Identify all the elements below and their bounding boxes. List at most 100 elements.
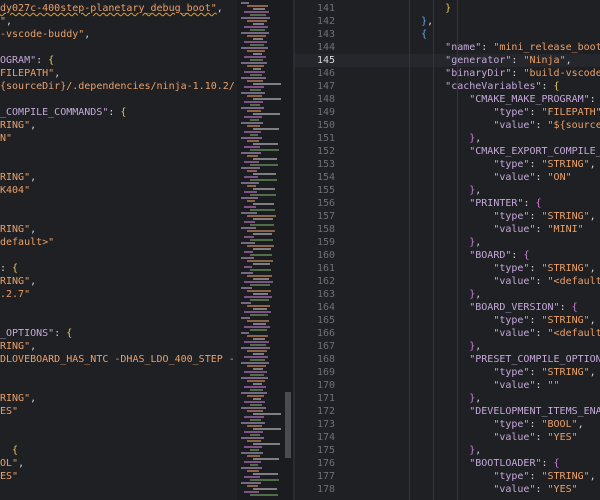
code-line[interactable]: 166 "value": "<default>" xyxy=(295,327,600,340)
code-line[interactable] xyxy=(0,418,237,431)
code-line[interactable] xyxy=(0,249,237,262)
code-line[interactable]: 149 "type": "FILEPATH", xyxy=(295,106,600,119)
code-line[interactable]: -vscode-buddy", xyxy=(0,28,237,41)
code-line[interactable] xyxy=(0,210,237,223)
code-line[interactable]: 148 "CMAKE_MAKE_PROGRAM": { xyxy=(295,93,600,106)
editor-scrollbar[interactable] xyxy=(283,0,293,500)
code-line[interactable]: 147 "cacheVariables": { xyxy=(295,80,600,93)
code-line[interactable]: 155 }, xyxy=(295,184,600,197)
code-line[interactable] xyxy=(0,314,237,327)
minimap-row xyxy=(241,92,265,94)
code-line[interactable]: FILEPATH", xyxy=(0,67,237,80)
code-line[interactable]: 162 "value": "<default>" xyxy=(295,275,600,288)
code-line[interactable]: 165 "type": "STRING", xyxy=(295,314,600,327)
code-line[interactable]: RING", xyxy=(0,119,237,132)
code-line[interactable] xyxy=(0,431,237,444)
code-line[interactable]: 164 "BOARD_VERSION": { xyxy=(295,301,600,314)
code-line[interactable]: 175 }, xyxy=(295,444,600,457)
left-editor-pane[interactable]: dy027c-400step-planetary_debug_boot", ", -… xyxy=(0,0,237,500)
code-line[interactable]: OL", xyxy=(0,457,237,470)
minimap-row xyxy=(244,86,264,88)
code-line[interactable]: 178 "value": "YES" xyxy=(295,483,600,496)
code-line[interactable]: 150 "value": "${sourceDir}/. xyxy=(295,119,600,132)
code-line[interactable]: 167 }, xyxy=(295,340,600,353)
code-text: }, xyxy=(397,236,481,249)
code-line[interactable]: 159 }, xyxy=(295,236,600,249)
code-token: dy027c-400step-planetary_debug_boot" xyxy=(0,3,217,14)
code-line[interactable]: RING", xyxy=(0,171,237,184)
line-number: 151 xyxy=(316,133,335,144)
code-line[interactable]: 141 } xyxy=(295,2,600,15)
code-line[interactable]: 151 }, xyxy=(295,132,600,145)
code-line[interactable]: 173 "type": "BOOL", xyxy=(295,418,600,431)
code-token: : xyxy=(535,380,548,391)
code-token: : xyxy=(523,198,536,209)
code-line[interactable]: 142 }, xyxy=(295,15,600,28)
code-line[interactable] xyxy=(0,41,237,54)
code-line[interactable]: OGRAM": { xyxy=(0,54,237,67)
code-line[interactable]: .2.7" xyxy=(0,288,237,301)
code-line[interactable]: 154 "value": "ON" xyxy=(295,171,600,184)
code-line[interactable]: 146 "binaryDir": "build-vscode-buddy xyxy=(295,67,600,80)
code-line[interactable] xyxy=(0,366,237,379)
code-line[interactable]: 143 { xyxy=(295,28,600,41)
code-line[interactable]: : { xyxy=(0,262,237,275)
code-line[interactable]: 176 "BOOTLOADER": { xyxy=(295,457,600,470)
code-line[interactable]: 172 "DEVELOPMENT_ITEMS_ENABLED": xyxy=(295,405,600,418)
code-line[interactable] xyxy=(0,379,237,392)
code-line[interactable]: 144 "name": "mini_release_boot", xyxy=(295,41,600,54)
minimap-row xyxy=(253,128,279,130)
code-line[interactable]: ES" xyxy=(0,405,237,418)
code-line[interactable]: 157 "type": "STRING", xyxy=(295,210,600,223)
code-line[interactable]: 161 "type": "STRING", xyxy=(295,262,600,275)
code-line[interactable]: _COMPILE_COMMANDS": { xyxy=(0,106,237,119)
code-line[interactable] xyxy=(0,158,237,171)
code-line[interactable]: 145 "generator": "Ninja", xyxy=(295,54,600,67)
code-line[interactable]: 156 "PRINTER": { xyxy=(295,197,600,210)
code-token: _OPTIONS" xyxy=(0,328,55,339)
code-line[interactable]: 153 "type": "STRING", xyxy=(295,158,600,171)
code-line[interactable]: RING", xyxy=(0,223,237,236)
code-line[interactable]: default>" xyxy=(0,236,237,249)
code-line[interactable] xyxy=(0,145,237,158)
scrollbar-thumb[interactable] xyxy=(285,392,291,458)
code-line[interactable]: ", xyxy=(0,15,237,28)
right-editor-pane[interactable]: 141 } 142 }, 143 {144 "name": "mini_releas… xyxy=(295,0,600,500)
code-line[interactable] xyxy=(0,93,237,106)
code-line[interactable] xyxy=(0,301,237,314)
code-line[interactable]: _OPTIONS": { xyxy=(0,327,237,340)
code-line[interactable]: 170 "value": "" xyxy=(295,379,600,392)
minimap-row xyxy=(250,44,264,46)
code-line[interactable]: { xyxy=(0,444,237,457)
code-line[interactable]: ES" xyxy=(0,470,237,483)
code-line[interactable]: RING", xyxy=(0,275,237,288)
code-line[interactable]: 168 "PRESET_COMPILE_OPTIONS": { xyxy=(295,353,600,366)
minimap-row xyxy=(253,338,265,340)
minimap-row xyxy=(244,476,260,478)
code-token: RING" xyxy=(0,276,31,287)
code-line[interactable]: 171 }, xyxy=(295,392,600,405)
code-line[interactable]: 169 "type": "STRING", xyxy=(295,366,600,379)
code-line[interactable]: 174 "value": "YES" xyxy=(295,431,600,444)
code-text: _COMPILE_COMMANDS": { xyxy=(0,106,126,119)
code-line[interactable]: 163 }, xyxy=(295,288,600,301)
code-line[interactable]: 177 "type": "STRING", xyxy=(295,470,600,483)
code-line[interactable]: N" xyxy=(0,132,237,145)
code-line[interactable]: K404" xyxy=(0,184,237,197)
code-line[interactable]: 152 "CMAKE_EXPORT_COMPILE_COMMAND xyxy=(295,145,600,158)
code-line[interactable]: RING", xyxy=(0,340,237,353)
code-line[interactable]: {sourceDir}/.dependencies/ninja-1.10.2/ xyxy=(0,80,237,93)
minimap-row xyxy=(241,452,263,454)
code-line[interactable]: 160 "BOARD": { xyxy=(295,249,600,262)
code-token: "FILEPATH" xyxy=(541,107,600,118)
code-line[interactable] xyxy=(0,197,237,210)
code-token: "type" xyxy=(493,263,530,274)
code-line[interactable]: 158 "value": "MINI" xyxy=(295,223,600,236)
code-token: ES" xyxy=(0,471,19,482)
code-line[interactable]: dy027c-400step-planetary_debug_boot", xyxy=(0,2,237,15)
line-number: 159 xyxy=(316,237,335,248)
code-line[interactable]: DLOVEBOARD_HAS_NTC -DHAS_LDO_400_STEP - xyxy=(0,353,237,366)
code-line[interactable]: RING", xyxy=(0,392,237,405)
